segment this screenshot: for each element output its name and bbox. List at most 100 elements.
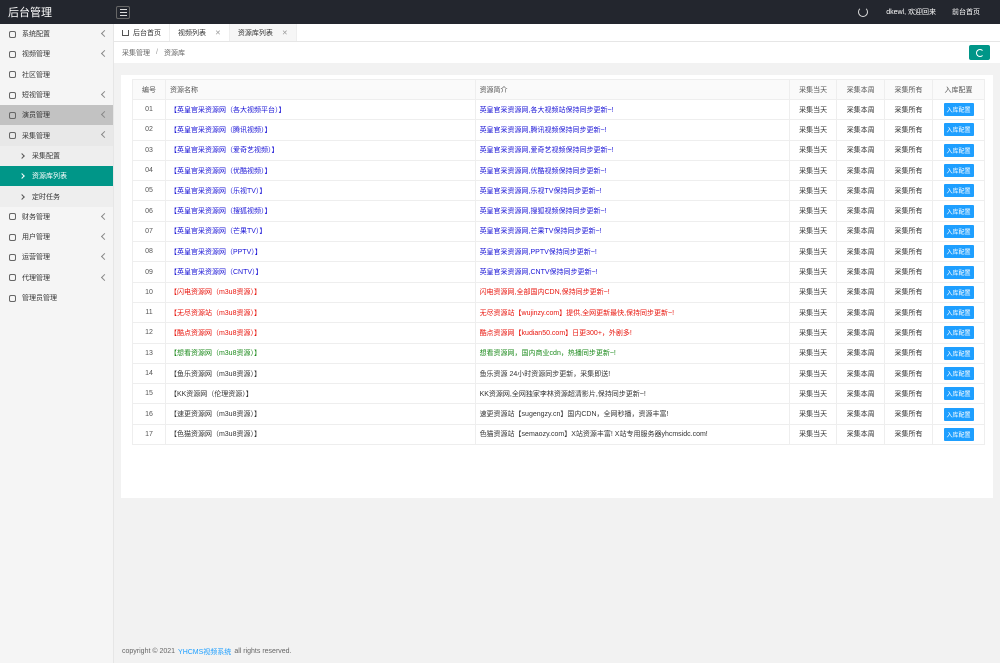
collect-all-link[interactable]: 采集所有 <box>884 159 934 182</box>
collect-all-link[interactable]: 采集所有 <box>884 342 934 364</box>
import-config-button[interactable]: 入库配置 <box>943 387 974 401</box>
collect-today-link[interactable]: 采集当天 <box>789 139 838 161</box>
collect-today-link[interactable]: 采集当天 <box>789 403 838 425</box>
tab-resource-list[interactable]: 资源库列表 ✕ <box>229 24 297 41</box>
cell-id: 03 <box>132 139 166 161</box>
collect-today-link[interactable]: 采集当天 <box>789 301 838 324</box>
collect-all-link[interactable]: 采集所有 <box>884 139 934 161</box>
cell-id: 15 <box>132 383 166 405</box>
import-config-button[interactable]: 入库配置 <box>943 204 974 218</box>
collect-week-link[interactable]: 采集本周 <box>836 281 886 303</box>
collect-week-link[interactable]: 采集本周 <box>836 383 886 405</box>
refresh-icon[interactable] <box>858 7 869 17</box>
collect-all-link[interactable]: 采集所有 <box>884 180 934 202</box>
collect-all-link[interactable]: 采集所有 <box>884 98 934 121</box>
import-config-button[interactable]: 入库配置 <box>943 184 974 198</box>
import-config-button[interactable]: 入库配置 <box>943 224 974 238</box>
sidebar-sub-scheduled-task[interactable]: 定时任务 <box>0 186 113 207</box>
sidebar-item-actor[interactable]: 演员管理 <box>0 105 113 126</box>
breadcrumb-item[interactable]: 采集管理 <box>122 48 150 58</box>
collect-today-link[interactable]: 采集当天 <box>789 200 838 222</box>
collect-all-link[interactable]: 采集所有 <box>884 403 934 425</box>
collect-week-link[interactable]: 采集本周 <box>836 139 886 161</box>
sidebar-item-collect[interactable]: 采集管理 <box>0 125 113 146</box>
chevron-icon <box>100 50 109 58</box>
import-config-button[interactable]: 入库配置 <box>943 306 974 320</box>
import-config-button[interactable]: 入库配置 <box>943 346 974 360</box>
collect-today-link[interactable]: 采集当天 <box>789 281 838 303</box>
collect-today-link[interactable]: 采集当天 <box>789 220 838 243</box>
collect-week-link[interactable]: 采集本周 <box>836 342 886 364</box>
collect-today-link[interactable]: 采集当天 <box>789 423 838 446</box>
collect-today-link[interactable]: 采集当天 <box>789 241 838 263</box>
collect-week-link[interactable]: 采集本周 <box>836 362 886 385</box>
import-config-button[interactable]: 入库配置 <box>943 123 974 137</box>
collect-week-link[interactable]: 采集本周 <box>836 159 886 182</box>
collect-today-link[interactable]: 采集当天 <box>789 119 838 141</box>
collect-all-link[interactable]: 采集所有 <box>884 261 934 283</box>
menu-toggle-icon[interactable] <box>116 5 130 19</box>
close-icon[interactable]: ✕ <box>282 29 288 37</box>
collect-today-link[interactable]: 采集当天 <box>789 322 838 344</box>
sidebar-item-users[interactable]: 用户管理 <box>0 227 113 247</box>
collect-all-link[interactable]: 采集所有 <box>884 423 934 446</box>
sidebar-item-community[interactable]: 社区管理 <box>0 65 113 85</box>
collect-all-link[interactable]: 采集所有 <box>884 281 934 303</box>
collect-today-link[interactable]: 采集当天 <box>789 261 838 283</box>
import-config-button[interactable]: 入库配置 <box>943 143 974 157</box>
import-config-button[interactable]: 入库配置 <box>943 164 974 178</box>
collect-week-link[interactable]: 采集本周 <box>836 200 886 222</box>
tab-home[interactable]: 后台首页 <box>114 24 170 41</box>
import-config-button[interactable]: 入库配置 <box>943 326 974 340</box>
refresh-button[interactable] <box>969 45 990 60</box>
sidebar-item-short-video[interactable]: 短视管理 <box>0 85 113 105</box>
collect-week-link[interactable]: 采集本周 <box>836 403 886 425</box>
close-icon[interactable]: ✕ <box>215 29 221 37</box>
user-greeting[interactable]: dkewl, 欢迎回来 <box>886 7 936 17</box>
collect-all-link[interactable]: 采集所有 <box>884 383 934 405</box>
collect-all-link[interactable]: 采集所有 <box>884 362 934 385</box>
collect-week-link[interactable]: 采集本周 <box>836 98 886 121</box>
tab-video-list[interactable]: 视频列表 ✕ <box>170 24 230 41</box>
collect-week-link[interactable]: 采集本周 <box>836 180 886 202</box>
collect-week-link[interactable]: 采集本周 <box>836 301 886 324</box>
import-config-button[interactable]: 入库配置 <box>943 285 974 299</box>
collect-week-link[interactable]: 采集本周 <box>836 119 886 141</box>
collect-week-link[interactable]: 采集本周 <box>836 261 886 283</box>
sidebar-item-finance[interactable]: 财务管理 <box>0 207 113 227</box>
collect-week-link[interactable]: 采集本周 <box>836 322 886 344</box>
collect-today-link[interactable]: 采集当天 <box>789 98 838 121</box>
sidebar-item-video[interactable]: 视频管理 <box>0 44 113 64</box>
import-config-button[interactable]: 入库配置 <box>943 245 974 259</box>
collect-week-link[interactable]: 采集本周 <box>836 423 886 446</box>
import-config-button[interactable]: 入库配置 <box>943 427 974 441</box>
import-config-button[interactable]: 入库配置 <box>943 367 974 380</box>
collect-today-link[interactable]: 采集当天 <box>789 342 838 364</box>
collect-all-link[interactable]: 采集所有 <box>884 200 934 222</box>
footer-link[interactable]: YHCMS视频系统 <box>178 647 231 657</box>
sidebar-item-operations[interactable]: 运营管理 <box>0 247 113 267</box>
sidebar-item-system[interactable]: 系统配置 <box>0 24 113 44</box>
collect-all-link[interactable]: 采集所有 <box>884 322 934 344</box>
cell-id: 02 <box>132 119 166 141</box>
collect-all-link[interactable]: 采集所有 <box>884 220 934 243</box>
collect-all-link[interactable]: 采集所有 <box>884 301 934 324</box>
sidebar-item-agent[interactable]: 代理管理 <box>0 268 113 288</box>
sidebar-sub-resource-list[interactable]: 资源库列表 <box>0 166 113 187</box>
sidebar-sub-collect-config[interactable]: 采集配置 <box>0 145 113 167</box>
cell-name: 【酷点资源网（m3u8资源）】 <box>164 322 476 344</box>
collect-all-link[interactable]: 采集所有 <box>884 241 934 263</box>
collect-all-link[interactable]: 采集所有 <box>884 119 934 141</box>
import-config-button[interactable]: 入库配置 <box>943 103 974 117</box>
collect-week-link[interactable]: 采集本周 <box>836 220 886 243</box>
sidebar-item-admin[interactable]: 管理员管理 <box>0 288 113 308</box>
frontend-home-link[interactable]: 前台首页 <box>952 7 980 17</box>
import-config-button[interactable]: 入库配置 <box>943 407 974 421</box>
collect-today-link[interactable]: 采集当天 <box>789 180 838 202</box>
collect-week-link[interactable]: 采集本周 <box>836 241 886 263</box>
cell-id: 14 <box>132 362 166 385</box>
collect-today-link[interactable]: 采集当天 <box>789 383 838 405</box>
collect-today-link[interactable]: 采集当天 <box>789 159 838 182</box>
collect-today-link[interactable]: 采集当天 <box>789 362 838 385</box>
import-config-button[interactable]: 入库配置 <box>943 265 974 279</box>
